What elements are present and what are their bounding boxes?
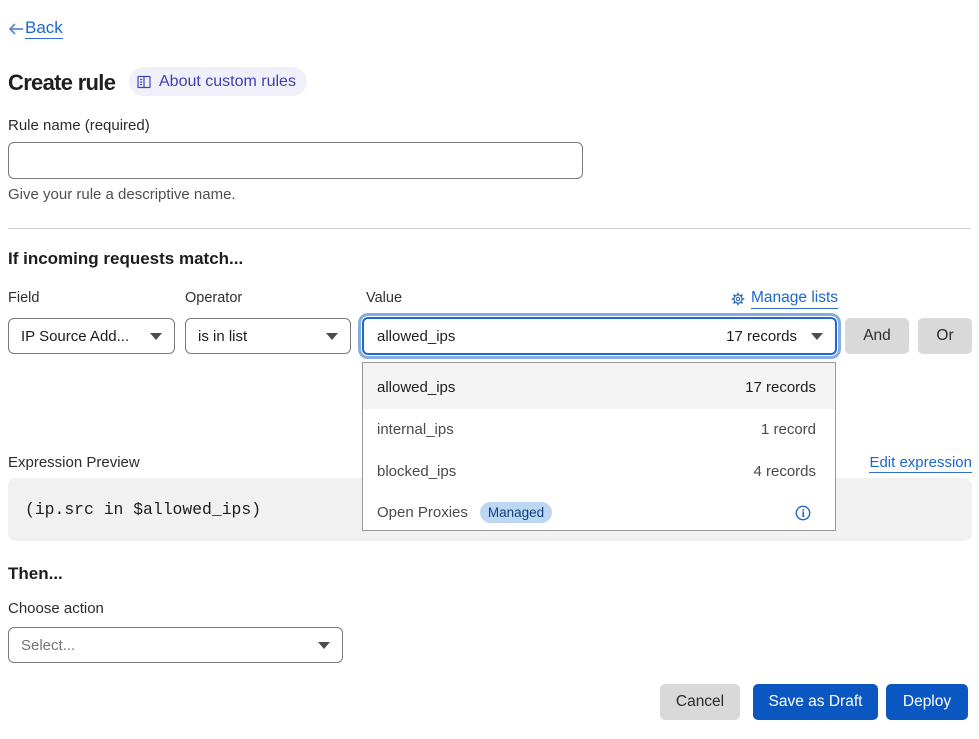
svg-text:i: i bbox=[802, 508, 806, 520]
